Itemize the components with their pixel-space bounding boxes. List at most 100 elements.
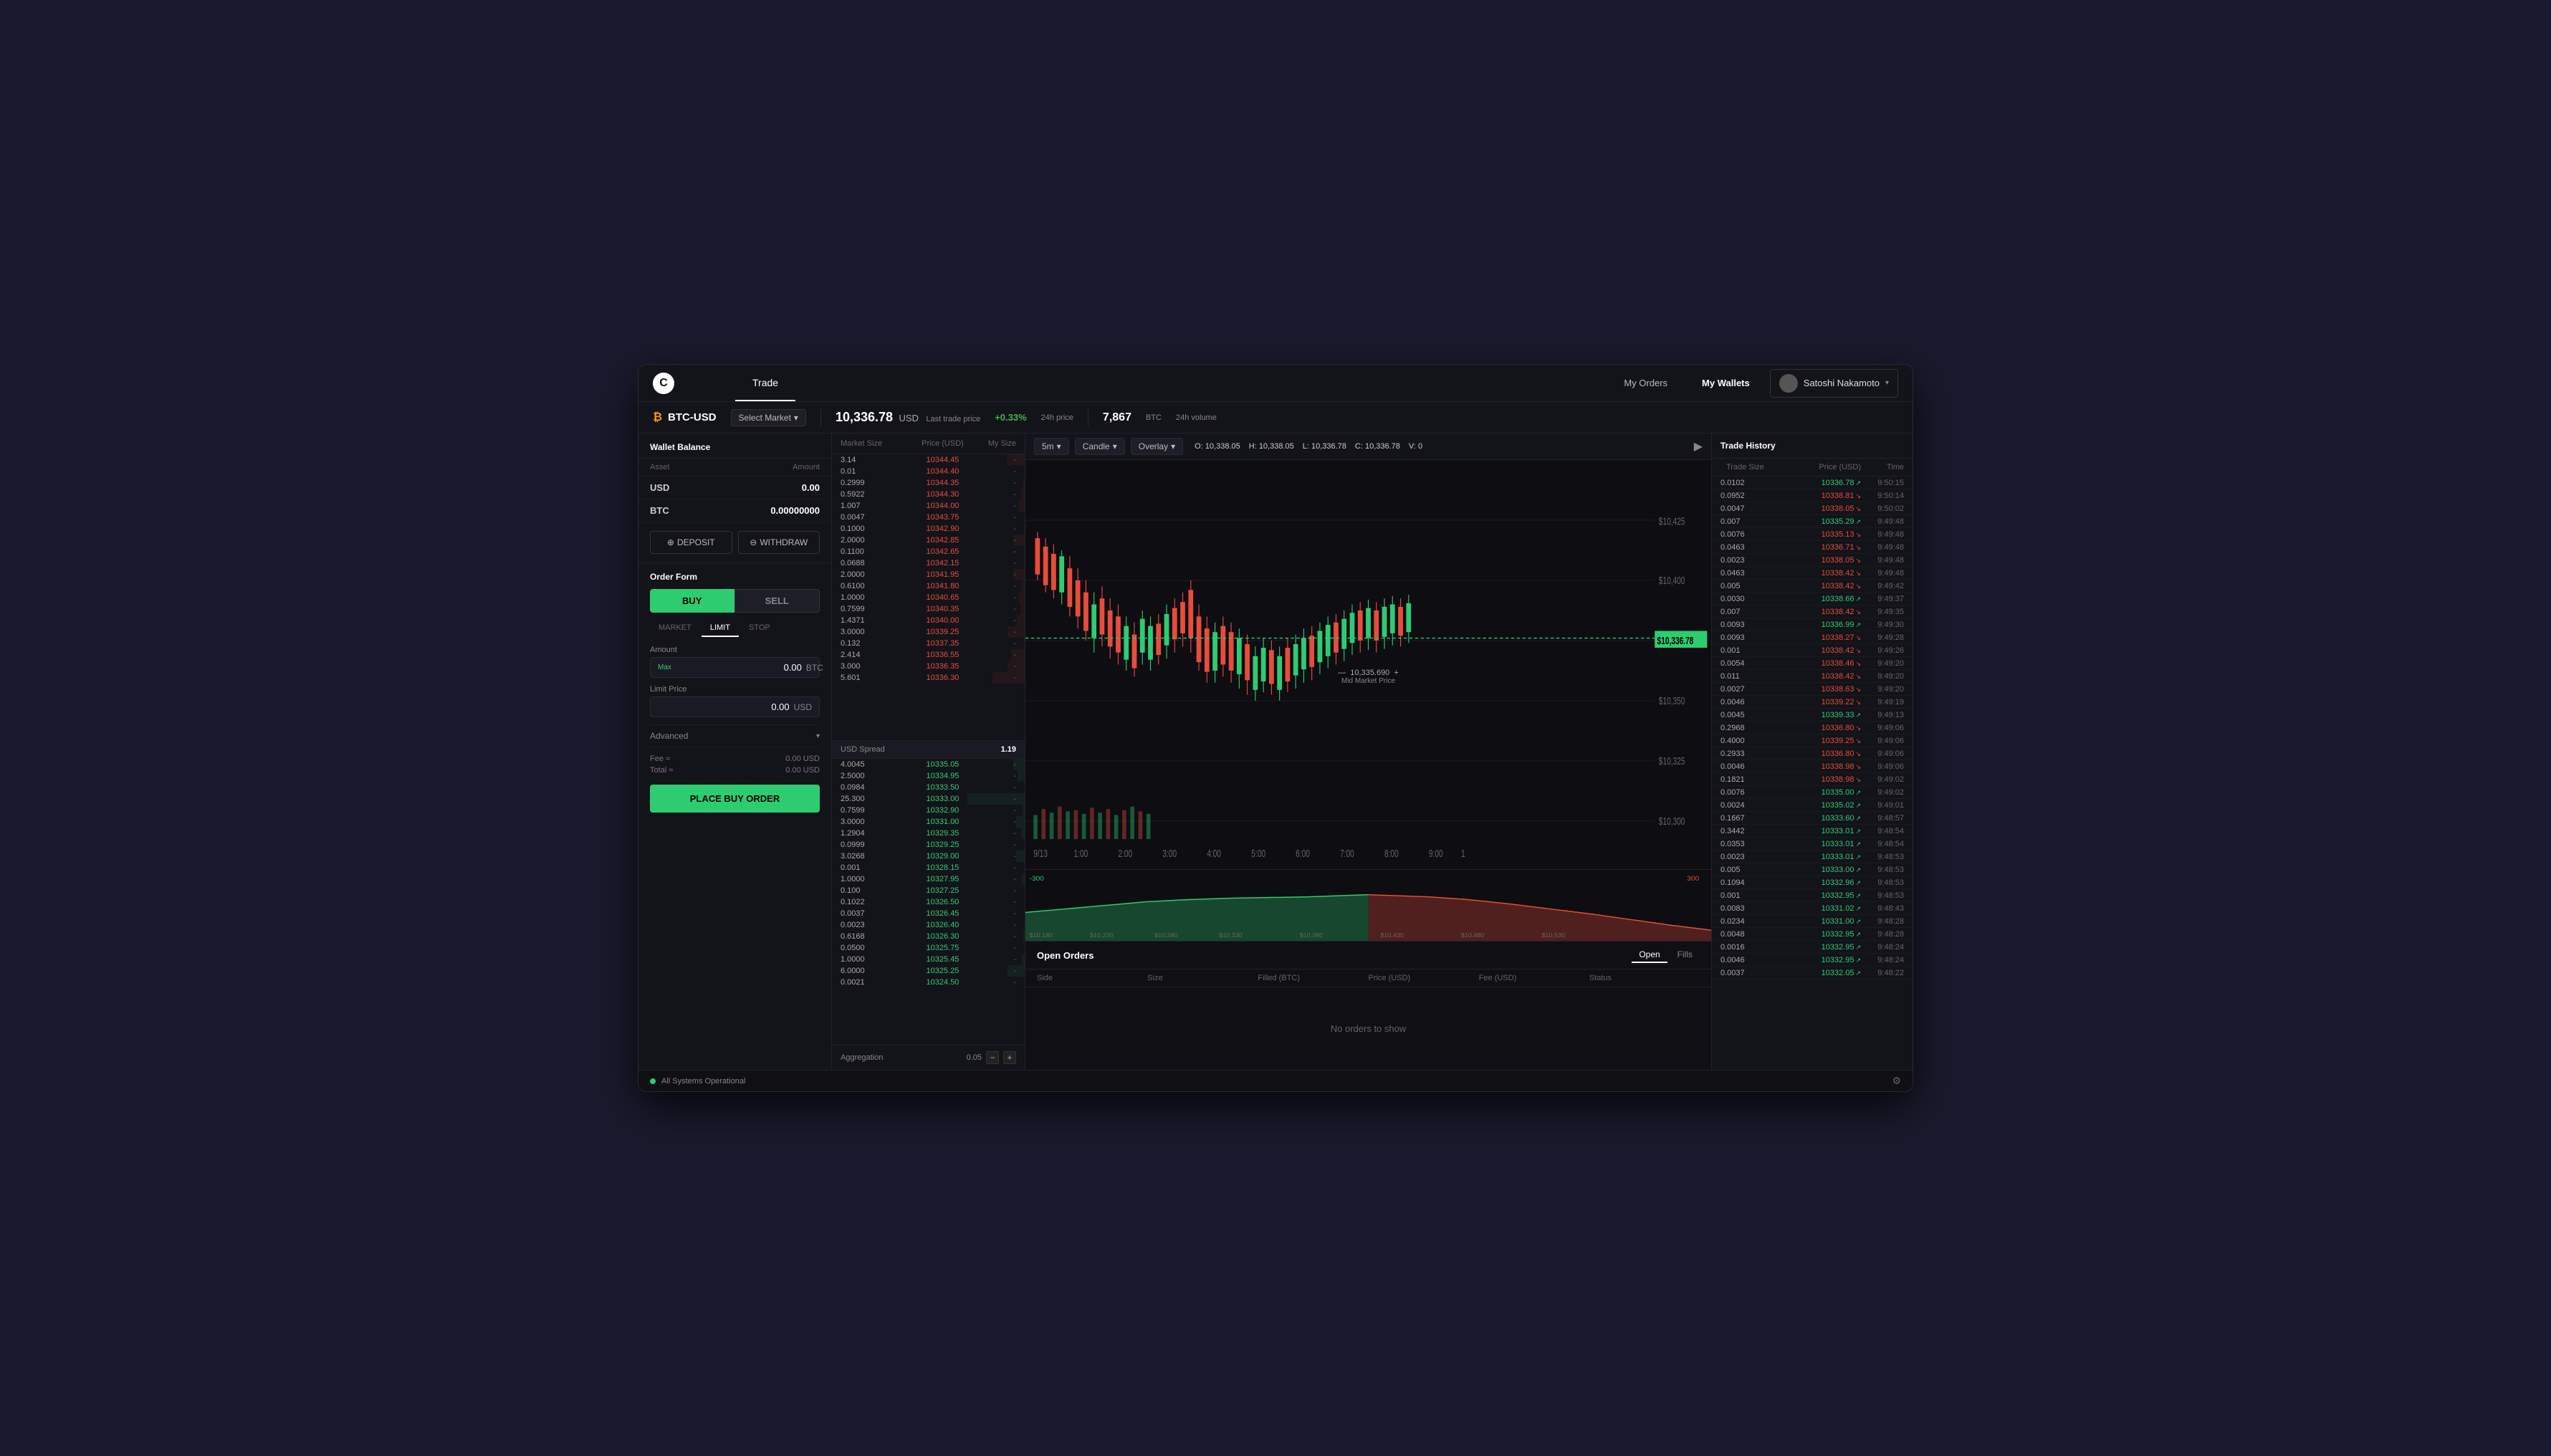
limit-price-input[interactable]	[658, 701, 790, 712]
ob-buy-row[interactable]: 3.0268 10329.00 -	[832, 851, 1025, 862]
ob-buy-row[interactable]: 0.0999 10329.25 -	[832, 839, 1025, 851]
ob-sell-row[interactable]: 0.01 10344.40 -	[832, 466, 1025, 477]
up-arrow-icon: ↗	[1855, 479, 1861, 487]
my-wallets-button[interactable]: My Wallets	[1688, 372, 1764, 394]
ob-price-header: Price (USD)	[898, 439, 987, 448]
trade-price: 10338.46↘	[1771, 659, 1861, 668]
select-market-button[interactable]: Select Market ▾	[731, 409, 806, 426]
timeframe-button[interactable]: 5m ▾	[1034, 438, 1069, 455]
ob-sell-row[interactable]: 0.1100 10342.65 -	[832, 546, 1025, 557]
svg-text:$10,325: $10,325	[1659, 755, 1685, 767]
deposit-button[interactable]: ⊕ DEPOSIT	[650, 531, 732, 554]
ob-sell-row[interactable]: 0.2999 10344.35 -	[832, 477, 1025, 489]
ob-sell-row[interactable]: 2.0000 10342.85 -	[832, 535, 1025, 546]
overlay-button[interactable]: Overlay ▾	[1131, 438, 1183, 455]
sell-tab[interactable]: SELL	[734, 589, 820, 613]
trade-history-row: 0.0046 10339.22↘ 9:49:19	[1712, 696, 1913, 709]
trade-price: 10338.42↘	[1771, 608, 1861, 616]
ob-buy-row[interactable]: 0.100 10327.25 -	[832, 885, 1025, 896]
ob-sell-row[interactable]: 1.007 10344.00 -	[832, 500, 1025, 512]
trade-price: 10333.01↗	[1771, 840, 1861, 848]
ob-buy-row[interactable]: 0.7599 10332.90 -	[832, 805, 1025, 816]
close-label: C: 10,336.78	[1355, 442, 1400, 451]
settings-icon[interactable]: ⚙	[1892, 1075, 1901, 1086]
place-buy-order-button[interactable]: PLACE BUY ORDER	[650, 785, 820, 813]
logo[interactable]: C	[653, 373, 674, 394]
ob-sell-row[interactable]: 0.132 10337.35 -	[832, 638, 1025, 649]
trade-size: 0.0093	[1720, 621, 1771, 629]
ob-buy-row[interactable]: 0.0500 10325.75 -	[832, 942, 1025, 954]
sell-mysize: -	[987, 617, 1016, 625]
ob-buy-row[interactable]: 1.0000 10327.95 -	[832, 873, 1025, 885]
trade-price: 10332.95↗	[1771, 943, 1861, 952]
ob-buy-row[interactable]: 0.0037 10326.45 -	[832, 908, 1025, 919]
max-button[interactable]: Max	[658, 664, 671, 671]
ob-sell-row[interactable]: 0.0688 10342.15 -	[832, 557, 1025, 569]
user-area[interactable]: Satoshi Nakamoto ▾	[1770, 369, 1898, 398]
amount-label: Amount	[650, 646, 820, 654]
ob-sell-row[interactable]: 2.414 10336.55 -	[832, 649, 1025, 661]
trade-time: 9:49:28	[1861, 633, 1904, 642]
ob-buy-row[interactable]: 25.300 10333.00 -	[832, 793, 1025, 805]
ob-sell-row[interactable]: 2.0000 10341.95 -	[832, 569, 1025, 580]
ob-buy-row[interactable]: 6.0000 10325.25 -	[832, 965, 1025, 977]
up-arrow-icon: ↗	[1855, 802, 1861, 809]
trade-price: 10331.00↗	[1771, 917, 1861, 926]
sell-price: 10342.85	[898, 536, 987, 545]
ob-sell-row[interactable]: 5.601 10336.30 -	[832, 672, 1025, 684]
trade-size: 0.0027	[1720, 685, 1771, 694]
ob-buy-row[interactable]: 1.0000 10325.45 -	[832, 954, 1025, 965]
ob-sell-row[interactable]: 0.5922 10344.30 -	[832, 489, 1025, 500]
ob-sell-row[interactable]: 1.0000 10340.65 -	[832, 592, 1025, 603]
ob-buy-row[interactable]: 4.0045 10335.05 -	[832, 759, 1025, 770]
ob-sell-row[interactable]: 0.7599 10340.35 -	[832, 603, 1025, 615]
ob-buy-row[interactable]: 1.2904 10329.35 -	[832, 828, 1025, 839]
ob-sell-row[interactable]: 1.4371 10340.00 -	[832, 615, 1025, 626]
trade-size: 0.4000	[1720, 737, 1771, 745]
advanced-row[interactable]: Advanced ▾	[650, 724, 820, 747]
amount-field[interactable]: Max BTC	[650, 657, 820, 678]
ob-buy-row[interactable]: 0.0021 10324.50 -	[832, 977, 1025, 988]
limit-price-field[interactable]: USD	[650, 696, 820, 717]
down-arrow-icon: ↘	[1855, 750, 1861, 757]
asset-label-usd: USD	[650, 482, 802, 493]
ob-sell-row[interactable]: 3.0000 10339.25 -	[832, 626, 1025, 638]
open-tab[interactable]: Open	[1632, 947, 1667, 963]
trade-history-panel: Trade History Trade Size Price (USD) Tim…	[1712, 434, 1913, 1070]
ob-sell-row[interactable]: 0.6100 10341.80 -	[832, 580, 1025, 592]
buy-tab[interactable]: BUY	[650, 589, 734, 613]
stop-tab[interactable]: STOP	[740, 620, 779, 637]
trade-history-row: 0.001 10338.42↘ 9:49:26	[1712, 644, 1913, 657]
user-name: Satoshi Nakamoto	[1804, 378, 1880, 388]
ob-sell-row[interactable]: 0.1000 10342.90 -	[832, 523, 1025, 535]
withdraw-button[interactable]: ⊖ WITHDRAW	[738, 531, 820, 554]
trade-price: 10339.22↘	[1771, 698, 1861, 707]
ob-buy-row[interactable]: 0.6168 10326.30 -	[832, 931, 1025, 942]
limit-tab[interactable]: LIMIT	[702, 620, 739, 637]
ob-header: Market Size Price (USD) My Size	[832, 434, 1025, 454]
down-arrow-icon: ↘	[1855, 608, 1861, 616]
trade-size: 0.0023	[1720, 853, 1771, 861]
ob-sell-row[interactable]: 0.0047 10343.75 -	[832, 512, 1025, 523]
nav-tab-trade[interactable]: Trade	[735, 365, 795, 401]
amount-input[interactable]	[676, 662, 802, 673]
agg-decrease-button[interactable]: −	[986, 1051, 999, 1064]
ob-buy-row[interactable]: 0.0984 10333.50 -	[832, 782, 1025, 793]
volume-label: V: 0	[1409, 442, 1422, 451]
agg-increase-button[interactable]: +	[1003, 1051, 1016, 1064]
ob-buy-row[interactable]: 3.0000 10331.00 -	[832, 816, 1025, 828]
chart-type-button[interactable]: Candle ▾	[1075, 438, 1125, 455]
chart-expand-button[interactable]: ▶	[1694, 439, 1703, 454]
ob-sell-row[interactable]: 3.14 10344.45 -	[832, 454, 1025, 466]
ob-sell-row[interactable]: 3.000 10336.35 -	[832, 661, 1025, 672]
ob-buy-row[interactable]: 0.001 10328.15 -	[832, 862, 1025, 873]
ob-buy-row[interactable]: 2.5000 10334.95 -	[832, 770, 1025, 782]
fills-tab[interactable]: Fills	[1670, 947, 1700, 963]
ob-buy-row[interactable]: 0.1022 10326.50 -	[832, 896, 1025, 908]
amount-currency: BTC	[806, 663, 823, 673]
open-orders-title: Open Orders	[1037, 950, 1632, 961]
trade-time: 9:49:06	[1861, 737, 1904, 745]
market-tab[interactable]: MARKET	[650, 620, 700, 637]
ob-buy-row[interactable]: 0.0023 10326.40 -	[832, 919, 1025, 931]
my-orders-button[interactable]: My Orders	[1609, 372, 1682, 394]
